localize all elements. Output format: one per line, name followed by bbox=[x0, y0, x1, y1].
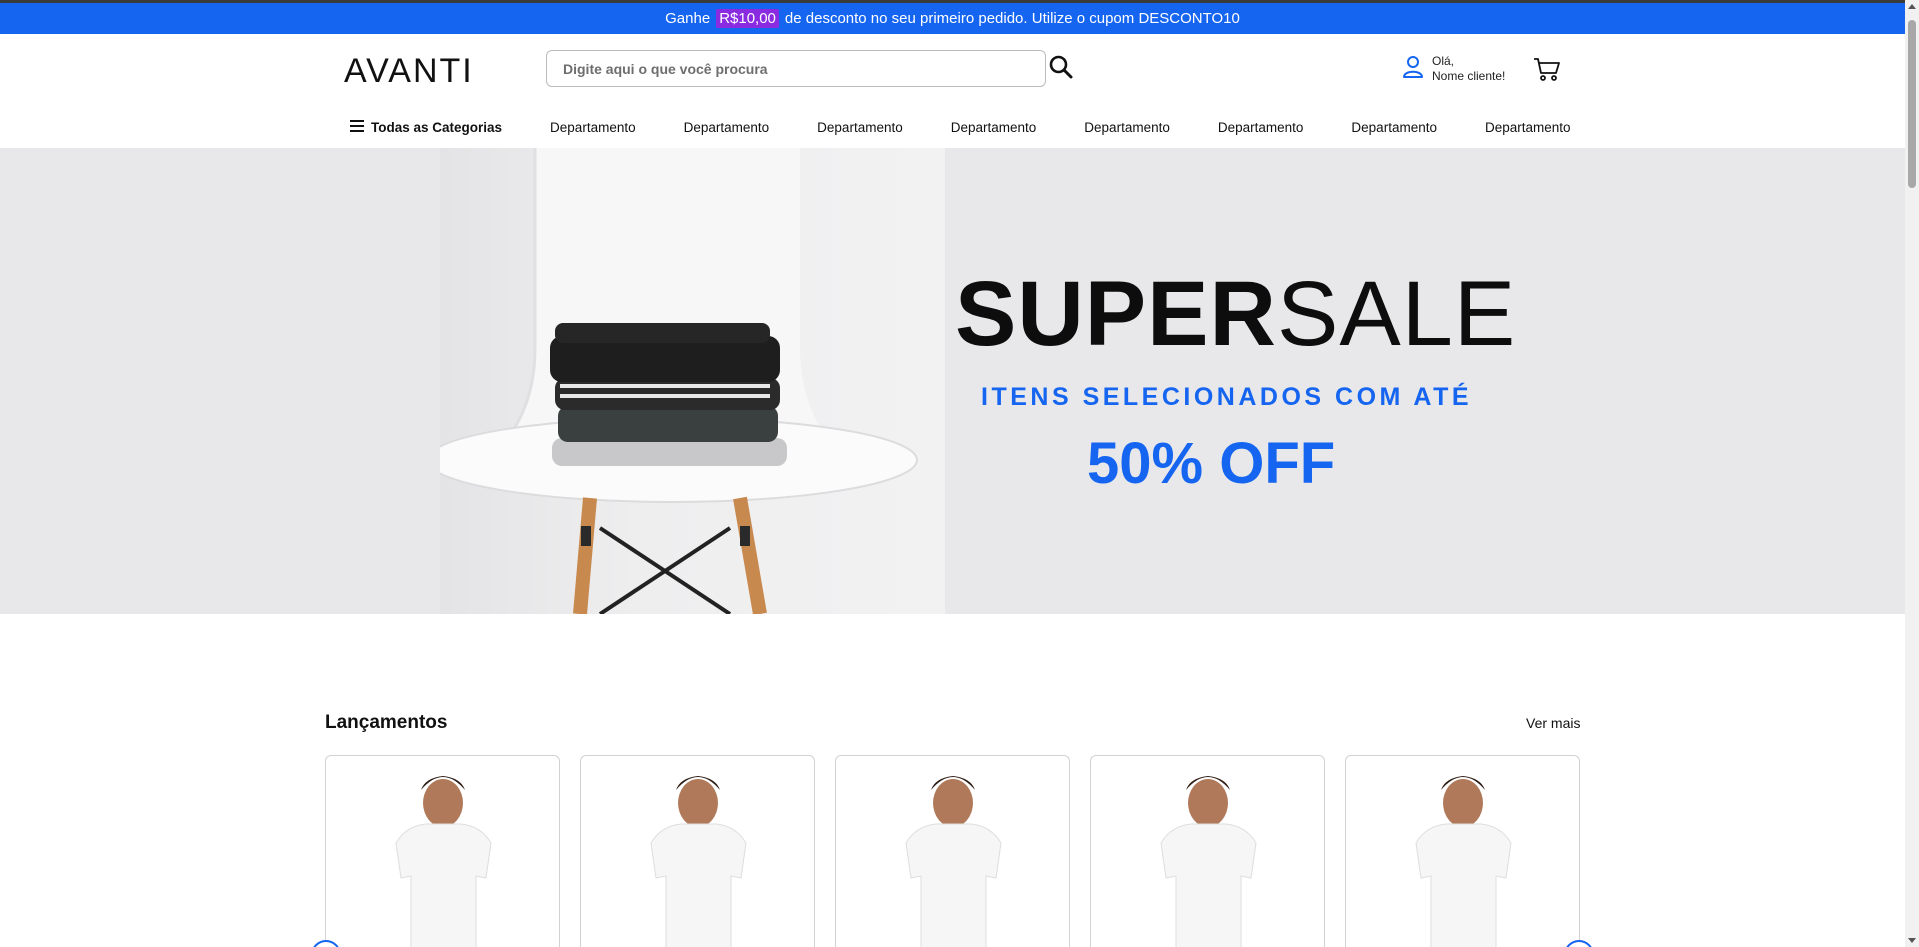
site-logo[interactable]: AVANTI bbox=[344, 52, 474, 91]
hero-banner[interactable]: SUPERSALE ITENS SELECIONADOS COM ATÉ 50%… bbox=[0, 148, 1905, 614]
page-scrollbar[interactable] bbox=[1905, 0, 1919, 947]
product-image bbox=[395, 776, 492, 947]
search-icon[interactable] bbox=[1048, 54, 1076, 82]
cart-icon[interactable] bbox=[1532, 54, 1562, 84]
page: Ganhe R$10,00 de desconto no seu primeir… bbox=[0, 0, 1919, 947]
all-categories-label: Todas as Categorias bbox=[371, 119, 503, 135]
nav-department-2[interactable]: Departamento bbox=[684, 120, 770, 135]
user-name: Nome cliente! bbox=[1432, 69, 1506, 83]
nav-department-1[interactable]: Departamento bbox=[550, 120, 636, 135]
product-image bbox=[650, 776, 747, 947]
nav-department-8[interactable]: Departamento bbox=[1485, 120, 1571, 135]
product-card[interactable] bbox=[580, 755, 815, 947]
scroll-down-icon[interactable] bbox=[1908, 938, 1916, 943]
product-carousel bbox=[325, 755, 1580, 947]
user-account[interactable]: Olá, Nome cliente! bbox=[1402, 54, 1505, 84]
promo-prefix: Ganhe bbox=[665, 10, 711, 27]
promo-amount: R$10,00 bbox=[716, 9, 779, 28]
hero-title-light: SALE bbox=[1276, 263, 1517, 365]
hero-title-bold: SUPER bbox=[955, 263, 1277, 365]
nav-department-7[interactable]: Departamento bbox=[1351, 120, 1437, 135]
nav-department-5[interactable]: Departamento bbox=[1084, 120, 1170, 135]
see-more-link[interactable]: Ver mais bbox=[1526, 715, 1580, 731]
product-image bbox=[1160, 776, 1257, 947]
nav-department-4[interactable]: Departamento bbox=[951, 120, 1037, 135]
product-card[interactable] bbox=[1090, 755, 1325, 947]
user-icon bbox=[1402, 55, 1424, 84]
nav-department-6[interactable]: Departamento bbox=[1218, 120, 1304, 135]
section-title: Lançamentos bbox=[325, 712, 448, 733]
all-categories-button[interactable]: Todas as Categorias bbox=[350, 119, 503, 135]
product-image bbox=[905, 776, 1002, 947]
product-card[interactable] bbox=[325, 755, 560, 947]
search-box bbox=[546, 50, 1046, 87]
hero-discount: 50% OFF bbox=[1087, 431, 1336, 496]
search-input[interactable] bbox=[546, 50, 1046, 87]
product-card[interactable] bbox=[1345, 755, 1580, 947]
product-image bbox=[1415, 776, 1512, 947]
main-nav: Todas as Categorias Departamento Departa… bbox=[350, 116, 1619, 138]
promo-bar: Ganhe R$10,00 de desconto no seu primeir… bbox=[0, 0, 1905, 34]
scroll-thumb[interactable] bbox=[1908, 20, 1916, 188]
hero-subtitle: ITENS SELECIONADOS COM ATÉ bbox=[981, 383, 1473, 411]
product-card[interactable] bbox=[835, 755, 1070, 947]
scroll-up-icon[interactable] bbox=[1908, 4, 1916, 9]
promo-suffix: de desconto no seu primeiro pedido. Util… bbox=[784, 10, 1240, 27]
user-greeting: Olá, bbox=[1432, 54, 1455, 68]
user-greeting-block: Olá, Nome cliente! bbox=[1432, 54, 1505, 84]
site-header: AVANTI Olá, Nome cliente! bbox=[0, 34, 1905, 148]
hero-title: SUPERSALE bbox=[955, 268, 1516, 360]
nav-department-3[interactable]: Departamento bbox=[817, 120, 903, 135]
hamburger-icon bbox=[350, 119, 364, 135]
hero-image bbox=[426, 148, 945, 614]
